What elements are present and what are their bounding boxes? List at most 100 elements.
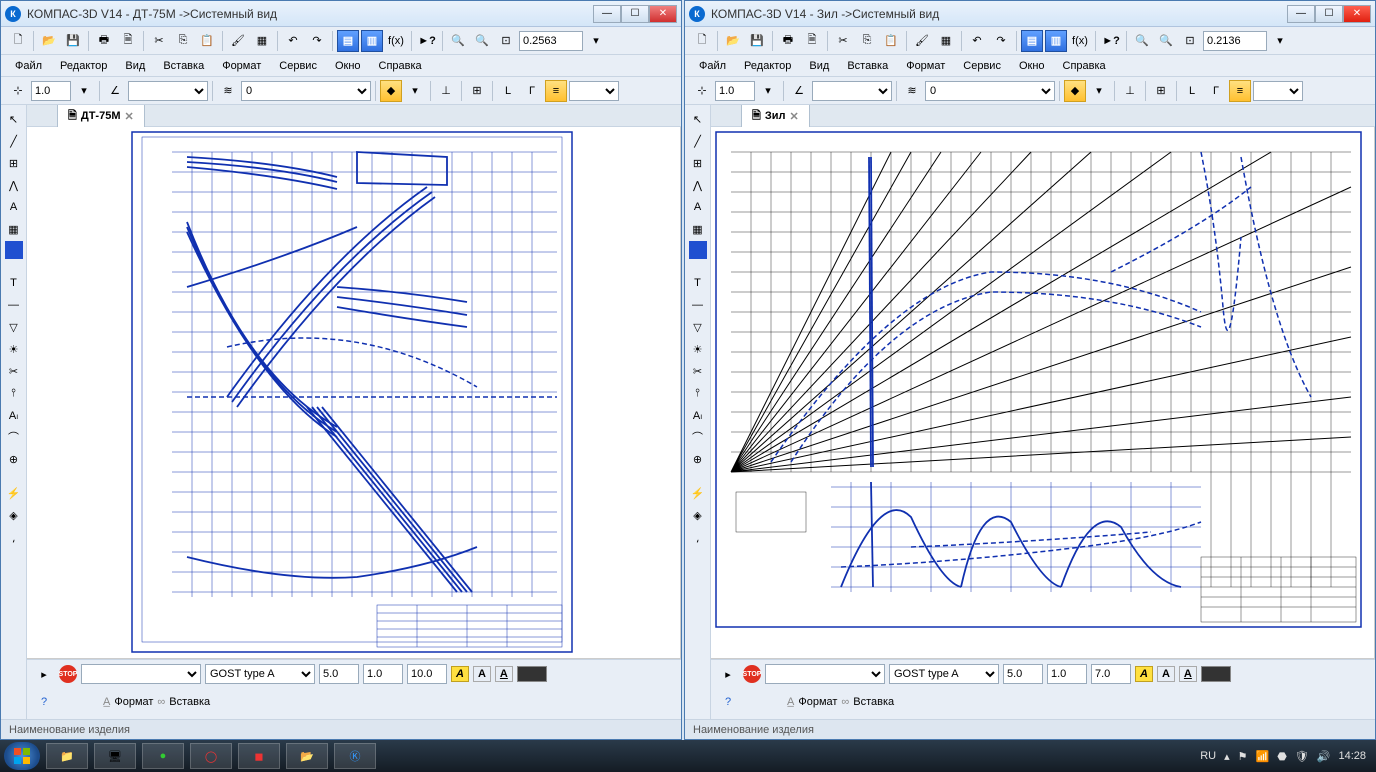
- new-icon[interactable]: 🗋: [691, 30, 713, 52]
- help-icon[interactable]: ►?: [1100, 30, 1122, 52]
- scale-icon[interactable]: ⫯: [688, 383, 708, 403]
- t-icon[interactable]: T: [4, 273, 24, 293]
- tray-flag-icon[interactable]: ⚑: [1238, 750, 1248, 763]
- tray-shield-icon[interactable]: 🛡: [1295, 750, 1309, 763]
- text-icon[interactable]: А: [4, 197, 24, 217]
- open-icon[interactable]: 📂: [722, 30, 744, 52]
- new-icon[interactable]: 🗋: [7, 30, 29, 52]
- text-style-select[interactable]: [765, 664, 885, 684]
- bluebox-icon[interactable]: [689, 241, 707, 259]
- paste-icon[interactable]: 📋: [196, 30, 218, 52]
- zoom-input[interactable]: [1203, 31, 1267, 51]
- dropdown-icon[interactable]: ▾: [1269, 30, 1291, 52]
- doc-tab[interactable]: 🗎 ДТ-75М ✕: [57, 105, 145, 129]
- angle-icon[interactable]: ∠: [104, 80, 126, 102]
- menu-insert[interactable]: Вставка: [155, 58, 212, 74]
- task-app4[interactable]: 📂: [286, 743, 328, 769]
- angle-icon[interactable]: ∠: [788, 80, 810, 102]
- task-app1[interactable]: ●: [142, 743, 184, 769]
- layer-icon[interactable]: ≋: [901, 80, 923, 102]
- size1-input[interactable]: 5.0: [319, 664, 359, 684]
- sun-icon[interactable]: ☀: [4, 339, 24, 359]
- task-app3[interactable]: ◼: [238, 743, 280, 769]
- zoom-area-icon[interactable]: ⊡: [1179, 30, 1201, 52]
- menu-file[interactable]: Файл: [7, 58, 50, 74]
- task-folder[interactable]: 🖥: [94, 743, 136, 769]
- help2-icon[interactable]: ?: [717, 691, 739, 713]
- size3-input[interactable]: 10.0: [407, 664, 447, 684]
- dropdown-icon[interactable]: ▾: [404, 80, 426, 102]
- font-select[interactable]: GOST type A: [889, 664, 999, 684]
- doc-tab[interactable]: 🗎 Зил ✕: [741, 105, 810, 129]
- trace-icon[interactable]: Γ: [1205, 80, 1227, 102]
- menu-file[interactable]: Файл: [691, 58, 734, 74]
- tray-up-icon[interactable]: ▴: [1224, 750, 1230, 763]
- bolt-icon[interactable]: ⚡: [688, 483, 708, 503]
- drawing-canvas[interactable]: [27, 127, 681, 659]
- minimize-button[interactable]: —: [1287, 5, 1315, 23]
- zoom-fit-icon[interactable]: 🔍: [1155, 30, 1177, 52]
- paste-icon[interactable]: 📋: [880, 30, 902, 52]
- manager-icon[interactable]: ▤: [1021, 30, 1043, 52]
- a2-icon[interactable]: Aₗ: [4, 405, 24, 425]
- step-input[interactable]: [715, 81, 755, 101]
- modes-icon[interactable]: ≡: [545, 80, 567, 102]
- menu-help[interactable]: Справка: [1055, 58, 1114, 74]
- tray-vol-icon[interactable]: 🔊: [1317, 750, 1331, 763]
- minimize-button[interactable]: —: [593, 5, 621, 23]
- menu-format[interactable]: Формат: [898, 58, 953, 74]
- copy-icon[interactable]: ⎘: [172, 30, 194, 52]
- cut-icon[interactable]: ✂: [148, 30, 170, 52]
- color-icon[interactable]: ◆: [1064, 80, 1086, 102]
- text-icon[interactable]: А: [688, 197, 708, 217]
- clock[interactable]: 14:28: [1338, 750, 1366, 762]
- underline-a-icon[interactable]: A: [1179, 666, 1197, 682]
- compass-icon[interactable]: ⋀: [4, 175, 24, 195]
- cursor-icon[interactable]: ↖: [688, 109, 708, 129]
- stop-icon[interactable]: STOP: [59, 665, 77, 683]
- tri-icon[interactable]: ▽: [688, 317, 708, 337]
- arrow-icon[interactable]: ▸: [717, 663, 739, 685]
- zoom-in-icon[interactable]: 🔍: [1131, 30, 1153, 52]
- dropdown-icon[interactable]: ▾: [585, 30, 607, 52]
- dropdown-icon[interactable]: ▾: [1088, 80, 1110, 102]
- close-button[interactable]: ✕: [649, 5, 677, 23]
- save-icon[interactable]: 💾: [746, 30, 768, 52]
- style-select[interactable]: [812, 81, 892, 101]
- font-select[interactable]: GOST type A: [205, 664, 315, 684]
- zoom-in-icon[interactable]: 🔍: [447, 30, 469, 52]
- trace-icon[interactable]: Γ: [521, 80, 543, 102]
- color-icon[interactable]: ◆: [380, 80, 402, 102]
- cut-icon[interactable]: ✂: [832, 30, 854, 52]
- arc-icon[interactable]: ⌒: [4, 427, 24, 447]
- perp-icon[interactable]: ⊥: [435, 80, 457, 102]
- preview-icon[interactable]: 🗎: [117, 30, 139, 52]
- perp-icon[interactable]: ⊥: [1119, 80, 1141, 102]
- mode-select[interactable]: [569, 81, 619, 101]
- underline-a-icon[interactable]: A: [495, 666, 513, 682]
- preview-icon[interactable]: 🗎: [801, 30, 823, 52]
- stop-icon[interactable]: STOP: [743, 665, 761, 683]
- target-icon[interactable]: ◈: [4, 505, 24, 525]
- redo-icon[interactable]: ↷: [306, 30, 328, 52]
- dropdown-icon[interactable]: ▾: [73, 80, 95, 102]
- fmt-tab-format[interactable]: Формат: [798, 696, 837, 708]
- manager-icon[interactable]: ▤: [337, 30, 359, 52]
- zoom-fit-icon[interactable]: 🔍: [471, 30, 493, 52]
- step-input[interactable]: [31, 81, 71, 101]
- text-color-swatch[interactable]: [517, 666, 547, 682]
- bold-a-icon[interactable]: A: [473, 666, 491, 682]
- size2-input[interactable]: 1.0: [1047, 664, 1087, 684]
- modes-icon[interactable]: ≡: [1229, 80, 1251, 102]
- layer-icon[interactable]: ≋: [217, 80, 239, 102]
- tray-net-icon[interactable]: 📶: [1255, 750, 1269, 763]
- size3-input[interactable]: 7.0: [1091, 664, 1131, 684]
- print-icon[interactable]: 🖶: [777, 30, 799, 52]
- tree-icon[interactable]: ▥: [361, 30, 383, 52]
- fmt-tab-insert[interactable]: Вставка: [169, 696, 210, 708]
- undo-icon[interactable]: ↶: [282, 30, 304, 52]
- lang-indicator[interactable]: RU: [1200, 750, 1216, 762]
- help-icon[interactable]: ►?: [416, 30, 438, 52]
- grid2-icon[interactable]: ⊞: [688, 153, 708, 173]
- snap-icon[interactable]: ⊹: [691, 80, 713, 102]
